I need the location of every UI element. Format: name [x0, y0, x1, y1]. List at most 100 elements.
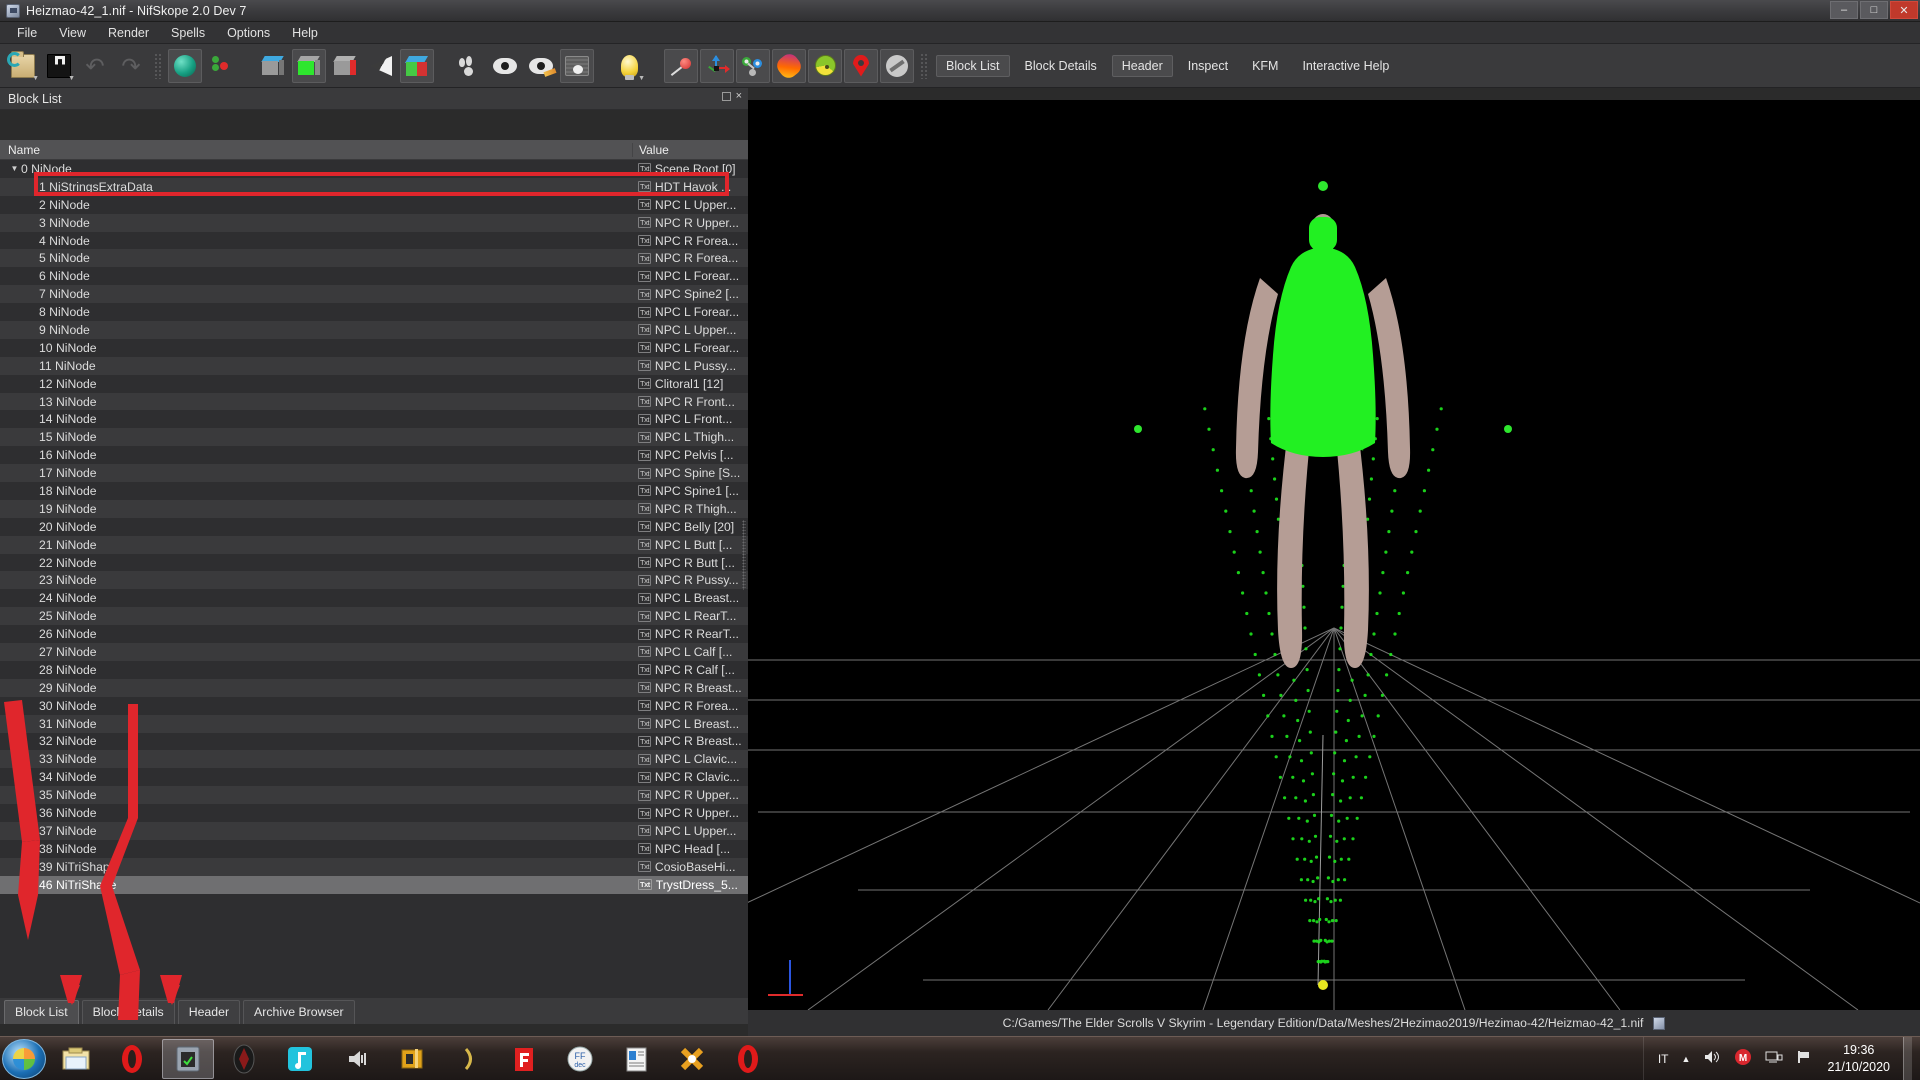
- toolbar-block-details-button[interactable]: Block Details: [1016, 56, 1106, 76]
- undo-icon[interactable]: ↶: [78, 49, 112, 83]
- pie-sphere-icon[interactable]: [808, 49, 842, 83]
- mega-icon[interactable]: M: [1734, 1048, 1752, 1071]
- transform-axes-icon[interactable]: [700, 49, 734, 83]
- table-row[interactable]: 2 NiNode Txt NPC L Upper...: [0, 196, 748, 214]
- menu-options[interactable]: Options: [216, 24, 281, 42]
- save-file-icon[interactable]: ▼: [42, 49, 76, 83]
- table-row[interactable]: 18 NiNode Txt NPC Spine1 [...: [0, 482, 748, 500]
- taskbar-curve-icon[interactable]: [442, 1039, 494, 1079]
- taskbar-bodyslide-icon[interactable]: [386, 1039, 438, 1079]
- column-header-value[interactable]: Value: [632, 143, 748, 157]
- paw-icon[interactable]: [452, 49, 486, 83]
- table-row[interactable]: 32 NiNode Txt NPC R Breast...: [0, 733, 748, 751]
- taskbar-opera-icon[interactable]: [106, 1039, 158, 1079]
- table-row[interactable]: 12 NiNode Txt Clitoral1 [12]: [0, 375, 748, 393]
- table-row[interactable]: 33 NiNode Txt NPC L Clavic...: [0, 750, 748, 768]
- menu-help[interactable]: Help: [281, 24, 329, 42]
- show-desktop-button[interactable]: [1903, 1037, 1912, 1080]
- menu-file[interactable]: File: [6, 24, 48, 42]
- table-row[interactable]: 20 NiNode Txt NPC Belly [20]: [0, 518, 748, 536]
- close-button[interactable]: ✕: [1890, 1, 1918, 19]
- taskbar-clock[interactable]: 19:36 21/10/2020: [1827, 1042, 1890, 1076]
- bone-icon[interactable]: [772, 49, 806, 83]
- tab-block-list[interactable]: Block List: [4, 1000, 79, 1024]
- taskbar-explorer-icon[interactable]: [50, 1039, 102, 1079]
- expand-collapse-icon[interactable]: ▼: [8, 164, 21, 173]
- node-graph-icon[interactable]: [736, 49, 770, 83]
- table-row[interactable]: 46 NiTriShape Txt TrystDress_5...: [0, 876, 748, 894]
- table-row[interactable]: 17 NiNode Txt NPC Spine [S...: [0, 464, 748, 482]
- taskbar-ffdec-icon[interactable]: FF dec: [554, 1039, 606, 1079]
- draw-constraints-icon[interactable]: [328, 49, 362, 83]
- draw-furniture-icon[interactable]: [364, 49, 398, 83]
- table-row[interactable]: 3 NiNode Txt NPC R Upper...: [0, 214, 748, 232]
- table-row[interactable]: ▼ 0 NiNode Txt Scene Root [0]: [0, 160, 748, 178]
- table-row[interactable]: 27 NiNode Txt NPC L Calf [...: [0, 643, 748, 661]
- network-icon[interactable]: [1765, 1049, 1783, 1070]
- redo-icon[interactable]: ↷: [114, 49, 148, 83]
- toolbar-header-button[interactable]: Header: [1112, 55, 1173, 77]
- maximize-button[interactable]: □: [1860, 1, 1888, 19]
- screenshot-icon[interactable]: [560, 49, 594, 83]
- open-file-icon[interactable]: ▼: [6, 49, 40, 83]
- table-row[interactable]: 19 NiNode Txt NPC R Thigh...: [0, 500, 748, 518]
- table-row[interactable]: 31 NiNode Txt NPC L Breast...: [0, 715, 748, 733]
- table-row[interactable]: 6 NiNode Txt NPC L Forear...: [0, 267, 748, 285]
- taskbar-xnview-icon[interactable]: [666, 1039, 718, 1079]
- table-row[interactable]: 13 NiNode Txt NPC R Front...: [0, 393, 748, 411]
- language-indicator[interactable]: IT: [1658, 1052, 1669, 1066]
- draw-collision-icon[interactable]: [292, 49, 326, 83]
- table-row[interactable]: 7 NiNode Txt NPC Spine2 [...: [0, 285, 748, 303]
- menu-render[interactable]: Render: [97, 24, 160, 42]
- menu-spells[interactable]: Spells: [160, 24, 216, 42]
- table-row[interactable]: 36 NiNode Txt NPC R Upper...: [0, 804, 748, 822]
- axes-cube-icon[interactable]: [400, 49, 434, 83]
- table-row[interactable]: 4 NiNode Txt NPC R Forea...: [0, 232, 748, 250]
- toolbar-kfm-button[interactable]: KFM: [1243, 56, 1287, 76]
- hide-icon[interactable]: [880, 49, 914, 83]
- table-row[interactable]: 21 NiNode Txt NPC L Butt [...: [0, 536, 748, 554]
- taskbar-document-icon[interactable]: [610, 1039, 662, 1079]
- vertex-selection-icon[interactable]: [204, 49, 238, 83]
- toolbar-interactive-help-button[interactable]: Interactive Help: [1293, 56, 1398, 76]
- chevron-down-icon[interactable]: ▼: [68, 75, 75, 82]
- dock-close-icon[interactable]: ×: [736, 92, 742, 101]
- table-row[interactable]: 15 NiNode Txt NPC L Thigh...: [0, 428, 748, 446]
- menu-view[interactable]: View: [48, 24, 97, 42]
- table-row[interactable]: 38 NiNode Txt NPC Head [...: [0, 840, 748, 858]
- table-row[interactable]: 16 NiNode Txt NPC Pelvis [...: [0, 446, 748, 464]
- table-row[interactable]: 26 NiNode Txt NPC R RearT...: [0, 625, 748, 643]
- table-row[interactable]: 22 NiNode Txt NPC R Butt [...: [0, 554, 748, 572]
- chevron-down-icon[interactable]: ▼: [638, 75, 645, 82]
- expand-icon[interactable]: ▶: [26, 862, 39, 871]
- table-row[interactable]: 34 NiNode Txt NPC R Clavic...: [0, 768, 748, 786]
- table-row[interactable]: 23 NiNode Txt NPC R Pussy...: [0, 571, 748, 589]
- table-row[interactable]: 24 NiNode Txt NPC L Breast...: [0, 589, 748, 607]
- lightbulb-icon[interactable]: ▼: [612, 49, 646, 83]
- column-header-name[interactable]: Name: [0, 143, 632, 157]
- table-row[interactable]: 10 NiNode Txt NPC L Forear...: [0, 339, 748, 357]
- flag-icon[interactable]: [1796, 1049, 1814, 1070]
- pin-marker-icon[interactable]: [664, 49, 698, 83]
- table-row[interactable]: 14 NiNode Txt NPC L Front...: [0, 410, 748, 428]
- tab-archive-browser[interactable]: Archive Browser: [243, 1000, 355, 1024]
- table-row[interactable]: 37 NiNode Txt NPC L Upper...: [0, 822, 748, 840]
- draw-nodes-icon[interactable]: [256, 49, 290, 83]
- tab-header[interactable]: Header: [178, 1000, 240, 1024]
- 3d-viewport[interactable]: [748, 100, 1920, 1010]
- dock-float-icon[interactable]: [722, 92, 731, 101]
- eye-icon[interactable]: [488, 49, 522, 83]
- smooth-shading-icon[interactable]: [168, 49, 202, 83]
- table-row[interactable]: 28 NiNode Txt NPC R Calf [...: [0, 661, 748, 679]
- table-row[interactable]: 35 NiNode Txt NPC R Upper...: [0, 786, 748, 804]
- taskbar-nifskope-icon[interactable]: [162, 1039, 214, 1079]
- table-row[interactable]: 29 NiNode Txt NPC R Breast...: [0, 679, 748, 697]
- taskbar-skyrim-icon[interactable]: [218, 1039, 270, 1079]
- start-button[interactable]: [2, 1039, 46, 1079]
- table-row[interactable]: 11 NiNode Txt NPC L Pussy...: [0, 357, 748, 375]
- marker-icon[interactable]: [844, 49, 878, 83]
- show-hidden-icons-icon[interactable]: ▲: [1682, 1054, 1691, 1064]
- block-list-tree[interactable]: Name Value ▼ 0 NiNode Txt Scene Root [0] 1 N…: [0, 140, 748, 998]
- tab-block-details[interactable]: Block Details: [82, 1000, 175, 1024]
- toolbar-inspect-button[interactable]: Inspect: [1179, 56, 1237, 76]
